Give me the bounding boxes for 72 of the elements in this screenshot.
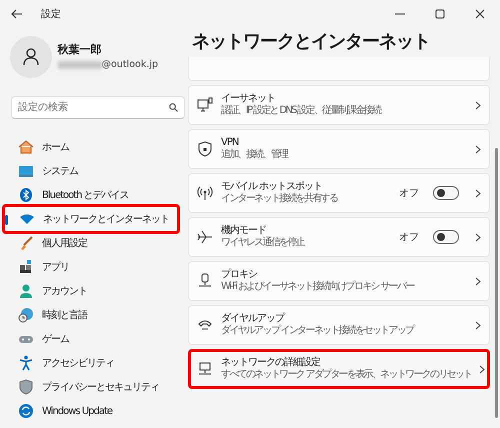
card-title: VPN — [221, 136, 240, 148]
card-title: ダイヤルアップ — [221, 312, 286, 324]
settings-card[interactable]: ダイヤルアップ ダイヤルアップ インターネット接続をセットアップ — [188, 305, 490, 345]
chevron-right-icon — [479, 364, 486, 374]
globe-clock-icon — [18, 307, 34, 323]
sidebar-item[interactable]: アプリ — [4, 255, 184, 279]
toggle-switch[interactable] — [433, 186, 459, 200]
window-title: 設定 — [41, 8, 61, 22]
card-subtitle: ワイヤレス通信を停止 — [221, 237, 306, 250]
back-arrow-icon[interactable] — [11, 9, 23, 19]
network-monitor-icon — [197, 361, 213, 377]
toggle-state-label: オフ — [399, 230, 419, 244]
card-subtitle: 追加、接続、管理 — [221, 149, 289, 162]
card-title: イーサネット — [221, 92, 276, 104]
sidebar-item[interactable]: 個人用設定 — [4, 231, 184, 255]
paintbrush-icon — [18, 235, 34, 251]
toggle-switch[interactable] — [433, 230, 459, 244]
card-subtitle: インターネット接続を共有する — [221, 193, 339, 206]
settings-card[interactable]: イーサネット 認証、IP 設定と DNS 設定、従量制課金接続 — [188, 85, 490, 125]
sync-icon — [18, 403, 34, 419]
chevron-right-icon — [475, 232, 481, 242]
sidebar-item[interactable]: 時刻と言語 — [4, 303, 184, 327]
ethernet-monitor-icon — [197, 97, 213, 113]
sidebar-item[interactable]: Windows Update — [4, 399, 184, 423]
apps-icon — [18, 259, 34, 275]
settings-card[interactable]: ネットワークの詳細設定 すべてのネットワーク アダプターを表示、ネットワークのリセット — [188, 349, 490, 389]
chevron-right-icon — [475, 276, 481, 286]
sidebar-item[interactable]: ネットワークとインターネット — [2, 204, 180, 234]
airplane-icon — [197, 229, 213, 245]
sidebar-item[interactable]: システム — [4, 159, 184, 183]
antenna-icon — [197, 185, 213, 201]
shield-icon — [18, 379, 34, 395]
card-subtitle: すべてのネットワーク アダプターを表示、ネットワークのリセット — [221, 369, 472, 382]
proxy-icon — [197, 273, 213, 289]
person-icon — [18, 283, 34, 299]
scrollbar[interactable] — [495, 148, 498, 418]
shield-icon — [197, 141, 213, 157]
sidebar-item[interactable]: ホーム — [4, 135, 184, 159]
settings-card[interactable]: プロキシ Wi-Fi およびイーサネット接続向けプロキシ サーバー — [188, 261, 490, 301]
close-icon — [475, 9, 485, 19]
card-title: モバイル ホットスポット — [221, 180, 324, 192]
card-title: プロキシ — [221, 268, 258, 281]
search-icon — [169, 103, 178, 112]
sidebar-item[interactable]: アクセシビリティ — [4, 351, 184, 375]
sidebar-item[interactable]: ゲーム — [4, 327, 184, 351]
account-email: @outlook.jp — [102, 58, 158, 72]
sidebar-item[interactable]: プライバシーとセキュリティ — [4, 375, 184, 399]
chevron-right-icon — [475, 100, 481, 110]
card-subtitle: 認証、IP 設定と DNS 設定、従量制課金接続 — [221, 105, 382, 118]
settings-card[interactable]: モバイル ホットスポット インターネット接続を共有する オフ — [188, 173, 490, 213]
chevron-right-icon — [475, 320, 481, 330]
bluetooth-icon — [18, 187, 34, 203]
card-subtitle: Wi-Fi およびイーサネット接続向けプロキシ サーバー — [221, 281, 416, 294]
account-name: 秋葉一郎 — [58, 42, 102, 58]
chevron-right-icon — [475, 144, 481, 154]
search-field[interactable]: 設定の検索 — [11, 96, 185, 119]
card-title: ネットワークの詳細設定 — [221, 356, 322, 369]
card-title: 機内モード — [221, 224, 267, 236]
home-icon — [18, 139, 34, 155]
monitor-icon — [18, 163, 34, 179]
toggle-state-label: オフ — [399, 186, 419, 200]
blurred-text — [58, 61, 102, 70]
avatar-icon — [10, 36, 52, 78]
card-subtitle: ダイヤルアップ インターネット接続をセットアップ — [221, 325, 416, 338]
settings-card[interactable]: VPN 追加、接続、管理 — [188, 129, 490, 169]
accessibility-icon — [18, 355, 34, 371]
maximize-icon — [435, 9, 445, 19]
chevron-right-icon — [475, 188, 481, 198]
sidebar-item[interactable]: Bluetooth とデバイス — [4, 183, 184, 207]
sidebar-item[interactable]: アカウント — [4, 279, 184, 303]
settings-card[interactable]: 機内モード ワイヤレス通信を停止 オフ — [188, 217, 490, 257]
page-title: ネットワークとインターネット — [192, 30, 431, 54]
